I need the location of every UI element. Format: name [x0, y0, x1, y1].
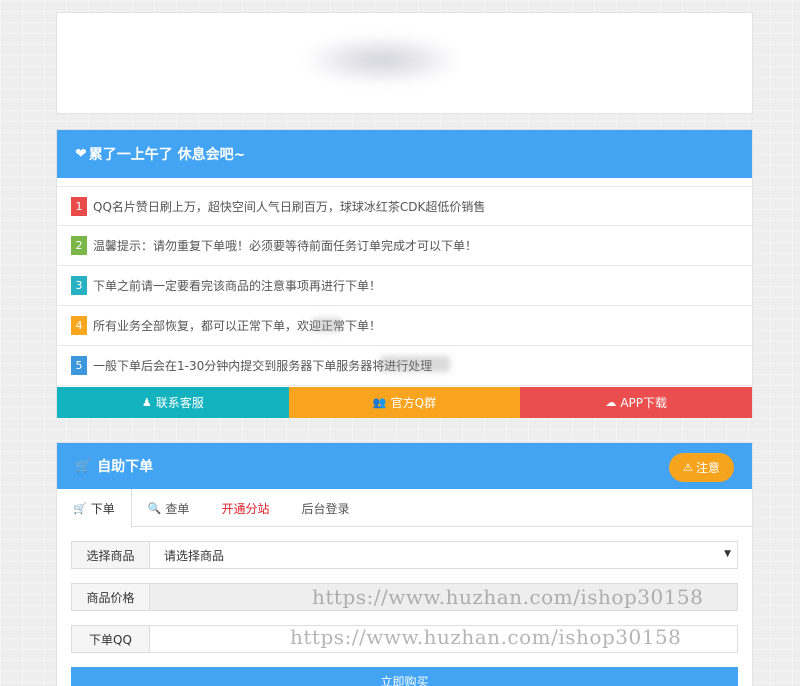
tab-order-label: 下单: [90, 501, 115, 516]
qq-penguin-icon: ♟: [141, 396, 152, 409]
qq-row: 下单QQ: [71, 625, 738, 653]
list-item: 1 QQ名片赞日刷上万，超快空间人气日刷百万，球球冰红茶CDK超低价销售: [57, 186, 752, 226]
search-icon: 🔍: [147, 501, 162, 515]
price-row: 商品价格: [71, 583, 738, 611]
order-title: 自助下单: [97, 459, 154, 475]
tab-admin-login-label: 后台登录: [301, 501, 350, 516]
tab-admin-login[interactable]: 后台登录: [285, 489, 365, 527]
notice-button[interactable]: ⚠ 注意: [669, 453, 734, 482]
buy-now-label: 立即购买: [380, 675, 429, 686]
item-number: 5: [71, 356, 87, 375]
product-row: 选择商品 请选择商品 ▼: [71, 541, 738, 569]
notice-panel: ❤ 累了一上午了 休息会吧~ 1 QQ名片赞日刷上万，超快空间人气日刷百万，球球…: [56, 129, 753, 418]
cloud-download-icon: ☁: [605, 396, 617, 409]
list-item: 4 所有业务全部恢复，都可以正常下单，欢迎正常下单！: [57, 306, 752, 346]
product-select-value: 请选择商品: [164, 548, 225, 563]
tab-open-branch[interactable]: 开通分站: [205, 489, 285, 527]
notice-button-label: 注意: [695, 461, 720, 475]
list-item: 3 下单之前请一定要看完该商品的注意事项再进行下单！: [57, 266, 752, 306]
contact-service-button[interactable]: ♟ 联系客服: [57, 387, 289, 418]
tab-open-branch-label: 开通分站: [221, 501, 270, 516]
notice-header: ❤ 累了一上午了 休息会吧~: [57, 130, 752, 178]
price-label: 商品价格: [72, 584, 150, 610]
cart-icon: 🛒: [75, 458, 92, 474]
order-tabs: 🛒 下单 🔍 查单 开通分站 后台登录: [57, 489, 752, 528]
official-group-label: 官方Q群: [390, 396, 437, 410]
logo-card: [56, 12, 753, 114]
tab-order[interactable]: 🛒 下单: [57, 489, 132, 528]
product-select[interactable]: 请选择商品 ▼: [150, 542, 737, 568]
item-number: 2: [71, 236, 87, 255]
item-text: QQ名片赞日刷上万，超快空间人气日刷百万，球球冰红茶CDK超低价销售: [93, 199, 486, 214]
tab-query[interactable]: 🔍 查单: [132, 489, 206, 527]
buy-now-button[interactable]: 立即购买: [71, 667, 738, 686]
official-group-button[interactable]: 👥 官方Q群: [288, 387, 521, 418]
blurred-logo: [307, 37, 457, 83]
order-form: 选择商品 请选择商品 ▼ 商品价格 下单QQ 立即购买: [57, 527, 752, 686]
item-text: 温馨提示：请勿重复下单哦！必须要等待前面任务订单完成才可以下单！: [93, 239, 478, 253]
item-number: 3: [71, 276, 87, 295]
notice-title: 累了一上午了 休息会吧~: [88, 147, 246, 163]
blur-smudge: [380, 356, 450, 372]
warning-icon: ⚠: [683, 461, 693, 474]
contact-service-label: 联系客服: [155, 396, 204, 410]
item-number: 4: [71, 316, 87, 335]
order-panel: 🛒 自助下单 ⚠ 注意 🛒 下单 🔍 查单 开通分站 后台登录 选择商品 请选择…: [56, 442, 753, 686]
app-download-label: APP下载: [620, 396, 668, 410]
qq-input[interactable]: [150, 626, 737, 652]
list-item: 2 温馨提示：请勿重复下单哦！必须要等待前面任务订单完成才可以下单！: [57, 226, 752, 266]
users-icon: 👥: [372, 396, 387, 409]
notice-list: 1 QQ名片赞日刷上万，超快空间人气日刷百万，球球冰红茶CDK超低价销售 2 温…: [57, 178, 752, 386]
cart-icon: 🛒: [73, 501, 87, 515]
app-download-button[interactable]: ☁ APP下载: [520, 387, 753, 418]
order-header: 🛒 自助下单 ⚠ 注意: [57, 443, 752, 489]
item-text: 下单之前请一定要看完该商品的注意事项再进行下单！: [93, 279, 382, 293]
item-number: 1: [71, 196, 87, 216]
qq-label: 下单QQ: [72, 626, 150, 652]
product-label: 选择商品: [72, 542, 150, 568]
price-field: [150, 584, 737, 610]
contact-bar: ♟ 联系客服 👥 官方Q群 ☁ APP下载: [57, 387, 753, 418]
blur-smudge: [312, 318, 342, 332]
heart-icon: ❤: [75, 146, 87, 162]
caret-down-icon: ▼: [724, 549, 731, 559]
tab-query-label: 查单: [165, 501, 190, 516]
